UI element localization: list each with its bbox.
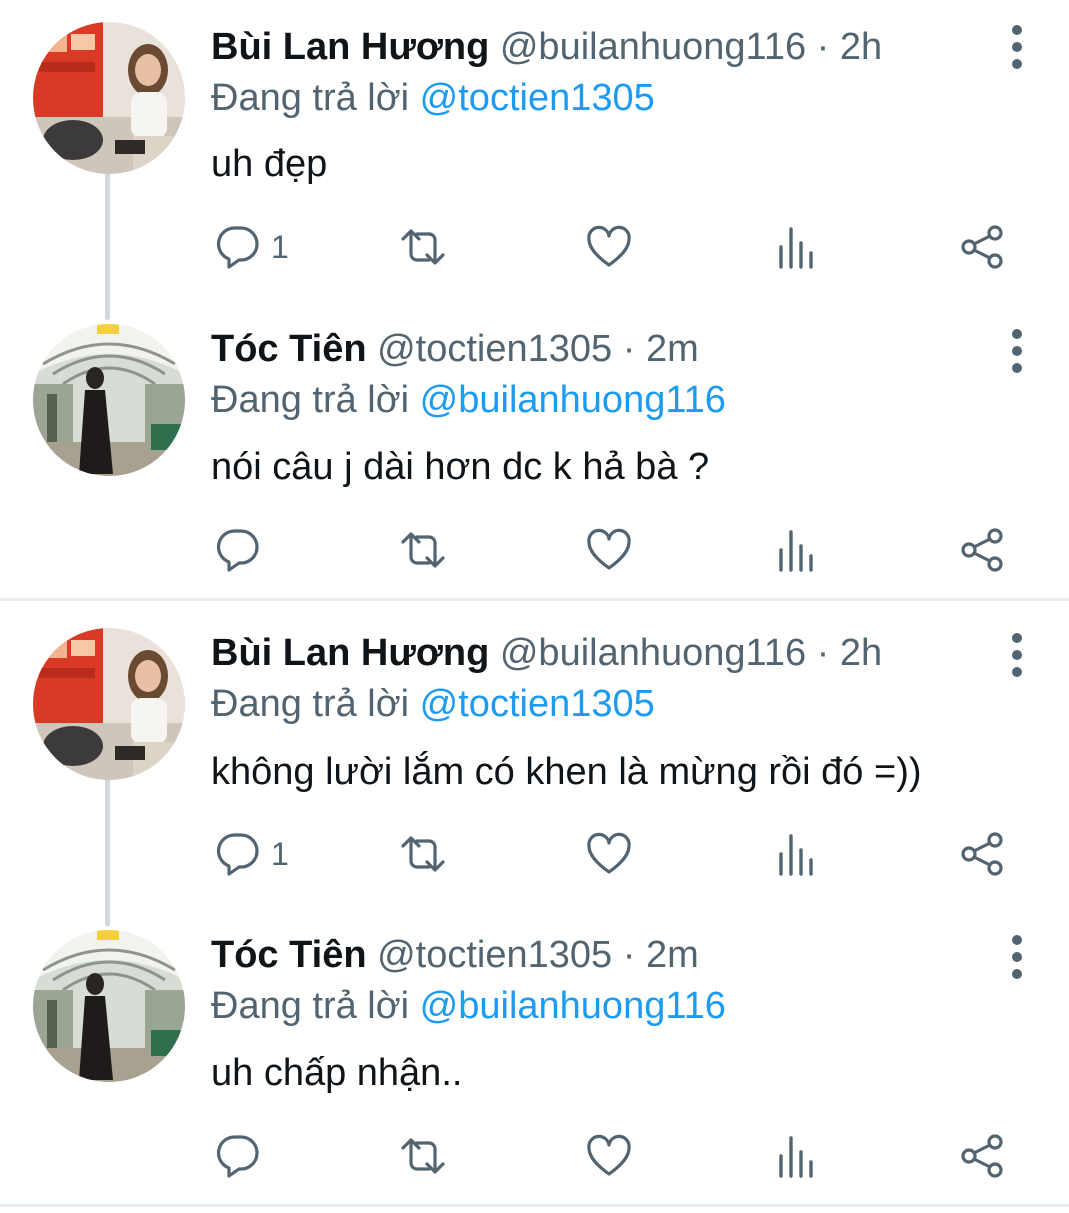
views-button[interactable] [777,217,817,277]
bar-chart-icon [777,1134,817,1178]
like-button[interactable] [585,520,633,580]
retweet-button[interactable] [397,824,449,884]
separator-dot: · [816,26,830,68]
views-button[interactable] [777,1126,817,1186]
tweet-text: nói câu j dài hơn dc k hả bà ? [211,446,710,488]
tweet-text: uh đẹp [211,143,328,185]
bar-chart-icon [777,225,817,269]
share-icon [959,831,1005,877]
retweet-icon [397,832,449,876]
timestamp[interactable]: 2m [646,934,699,976]
share-button[interactable] [959,824,1005,884]
heart-icon [585,225,633,269]
avatar[interactable] [33,324,185,476]
replying-to-line: Đang trả lời @builanhuong116 [211,377,726,423]
reply-count: 1 [271,835,289,872]
display-name[interactable]: Bùi Lan Hương [211,632,489,674]
avatar[interactable] [33,22,185,174]
avatar[interactable] [33,930,185,1082]
tweet[interactable]: Tóc Tiên @toctien1305 · 2m Đang trả lời … [0,908,1069,1210]
tweet-header: Bùi Lan Hương @builanhuong116 · 2h [211,24,882,70]
like-button[interactable] [585,217,633,277]
mention-link[interactable]: @builanhuong116 [420,985,726,1027]
replying-to-line: Đang trả lời @builanhuong116 [211,983,726,1029]
display-name[interactable]: Tóc Tiên [211,328,367,370]
views-button[interactable] [777,520,817,580]
action-bar [211,520,1021,580]
tweet-header: Bùi Lan Hương @builanhuong116 · 2h [211,630,882,676]
retweet-button[interactable] [397,217,449,277]
user-handle[interactable]: @builanhuong116 [500,26,806,68]
reply-icon [215,1133,261,1179]
separator-dot: · [816,632,830,674]
heart-icon [585,528,633,572]
user-handle[interactable]: @toctien1305 [377,328,612,370]
like-button[interactable] [585,1126,633,1186]
display-name[interactable]: Tóc Tiên [211,934,367,976]
retweet-icon [397,1134,449,1178]
replying-to-line: Đang trả lời @toctien1305 [211,75,655,121]
mention-link[interactable]: @toctien1305 [420,77,655,119]
like-button[interactable] [585,824,633,884]
tweet[interactable]: Tóc Tiên @toctien1305 · 2m Đang trả lời … [0,302,1069,604]
tweet[interactable]: Bùi Lan Hương @builanhuong116 · 2h Đang … [0,0,1069,302]
action-bar: 1 [211,217,1021,277]
reply-count: 1 [271,228,289,265]
bar-chart-icon [777,528,817,572]
thread-divider [0,598,1069,601]
action-bar: 1 [211,824,1021,884]
share-icon [959,224,1005,270]
more-options-button[interactable] [996,630,1038,680]
mention-link[interactable]: @toctien1305 [420,683,655,725]
reply-icon [215,831,261,877]
retweet-button[interactable] [397,520,449,580]
retweet-icon [397,225,449,269]
more-options-button[interactable] [996,22,1038,72]
reply-button[interactable] [215,1126,271,1186]
views-button[interactable] [777,824,817,884]
share-button[interactable] [959,1126,1005,1186]
reply-thread: Bùi Lan Hương @builanhuong116 · 2h Đang … [0,0,1069,604]
bar-chart-icon [777,832,817,876]
tweet-header: Tóc Tiên @toctien1305 · 2m [211,326,699,372]
display-name[interactable]: Bùi Lan Hương [211,26,489,68]
reply-icon [215,224,261,270]
heart-icon [585,832,633,876]
separator-dot: · [622,934,636,976]
replying-to-label: Đang trả lời [211,379,410,421]
tweet[interactable]: Bùi Lan Hương @builanhuong116 · 2h Đang … [0,606,1069,908]
user-handle[interactable]: @toctien1305 [377,934,612,976]
user-handle[interactable]: @builanhuong116 [500,632,806,674]
timestamp[interactable]: 2m [646,328,699,370]
separator-dot: · [622,328,636,370]
replying-to-label: Đang trả lời [211,77,410,119]
reply-button[interactable]: 1 [215,824,289,884]
thread-divider [0,1204,1069,1207]
share-button[interactable] [959,520,1005,580]
tweet-text: uh chấp nhận.. [211,1052,463,1094]
reply-icon [215,527,261,573]
timestamp[interactable]: 2h [840,26,882,68]
replying-to-label: Đang trả lời [211,985,410,1027]
share-button[interactable] [959,217,1005,277]
action-bar [211,1126,1021,1186]
share-icon [959,527,1005,573]
share-icon [959,1133,1005,1179]
tweet-text: không lười lắm có khen là mừng rồi đó =)… [211,751,922,793]
mention-link[interactable]: @builanhuong116 [420,379,726,421]
avatar[interactable] [33,628,185,780]
timestamp[interactable]: 2h [840,632,882,674]
heart-icon [585,1134,633,1178]
retweet-button[interactable] [397,1126,449,1186]
reply-button[interactable] [215,520,271,580]
replying-to-line: Đang trả lời @toctien1305 [211,681,655,727]
reply-thread: Bùi Lan Hương @builanhuong116 · 2h Đang … [0,606,1069,1210]
more-options-button[interactable] [996,932,1038,982]
more-options-button[interactable] [996,326,1038,376]
reply-button[interactable]: 1 [215,217,289,277]
tweet-header: Tóc Tiên @toctien1305 · 2m [211,932,699,978]
retweet-icon [397,528,449,572]
replying-to-label: Đang trả lời [211,683,410,725]
